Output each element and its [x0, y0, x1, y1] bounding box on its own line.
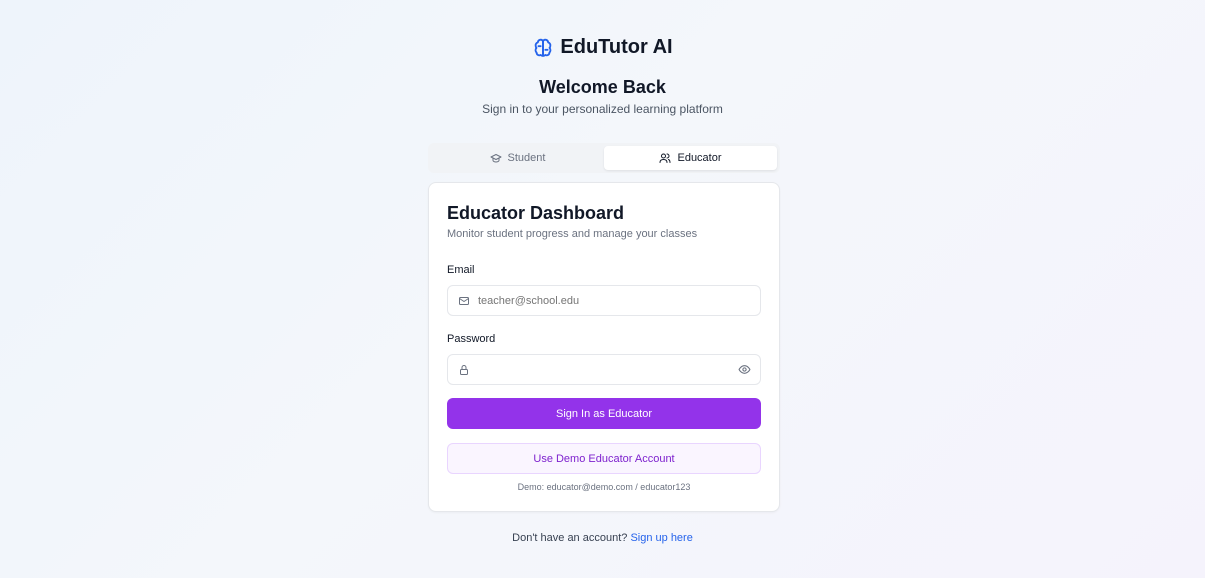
tab-student-label: Student	[507, 152, 546, 164]
email-field[interactable]	[478, 294, 760, 307]
tab-student[interactable]: Student	[431, 146, 604, 170]
brand-header: EduTutor AI	[0, 36, 1205, 59]
login-page: EduTutor AI Welcome Back Sign in to your…	[0, 0, 1205, 578]
signup-footer: Don't have an account? Sign up here	[0, 532, 1205, 544]
tab-educator-label: Educator	[677, 152, 722, 164]
users-icon	[659, 153, 671, 163]
password-field-wrapper	[447, 354, 761, 385]
demo-account-button[interactable]: Use Demo Educator Account	[447, 443, 761, 474]
email-field-wrapper	[447, 285, 761, 316]
demo-credentials-note: Demo: educator@demo.com / educator123	[517, 482, 691, 492]
password-field[interactable]	[478, 363, 738, 376]
card-description: Monitor student progress and manage your…	[447, 228, 698, 240]
page-title: Welcome Back	[539, 77, 666, 97]
lock-icon	[460, 364, 468, 375]
brand-name: EduTutor AI	[560, 36, 673, 58]
mail-icon	[459, 296, 469, 305]
sign-in-button[interactable]: Sign In as Educator	[447, 398, 761, 429]
tab-educator[interactable]: Educator	[604, 146, 777, 170]
card-title: Educator Dashboard	[447, 203, 625, 223]
email-label: Email	[447, 264, 475, 276]
role-tabs: Student Educator	[428, 143, 780, 173]
brain-icon	[535, 38, 552, 57]
page-subtitle: Sign in to your personalized learning pl…	[482, 102, 723, 116]
graduation-cap-icon	[490, 154, 502, 163]
signup-link[interactable]: Sign up here	[630, 532, 692, 544]
signup-prompt: Don't have an account?	[512, 532, 628, 544]
eye-icon[interactable]	[738, 363, 751, 376]
login-card: Educator Dashboard Monitor student progr…	[428, 182, 780, 512]
password-label: Password	[447, 333, 496, 345]
